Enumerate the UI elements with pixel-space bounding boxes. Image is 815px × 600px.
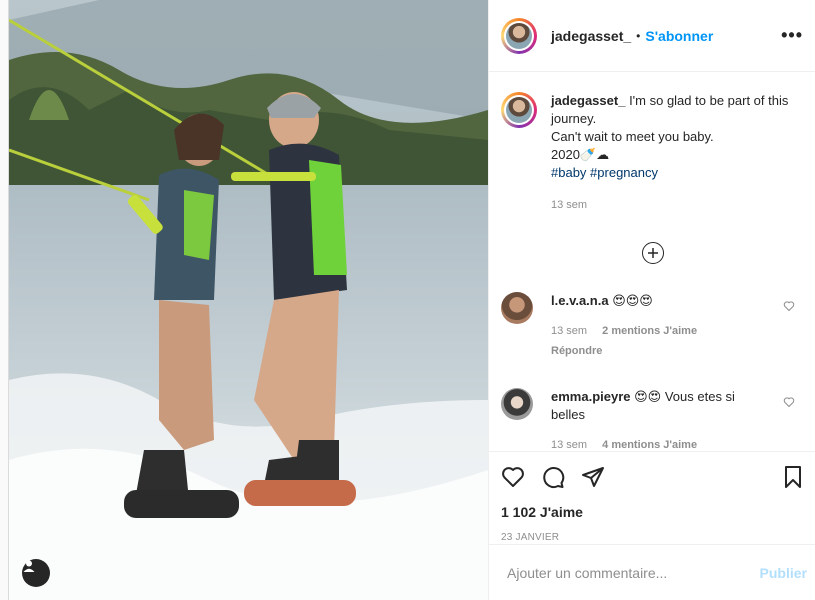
bookmark-icon xyxy=(785,466,801,488)
comment-timestamp[interactable]: 13 sem xyxy=(551,439,587,451)
comment-like-heart-icon[interactable] xyxy=(783,396,795,408)
paper-plane-icon xyxy=(582,467,604,487)
follow-button[interactable]: S'abonner xyxy=(645,28,713,44)
post-date[interactable]: 23 JANVIER xyxy=(501,532,805,543)
actions-section: 1 102 J'aime 23 JANVIER xyxy=(489,451,815,544)
wakeboarding-photo xyxy=(9,0,488,600)
comment-button[interactable] xyxy=(541,465,565,489)
action-buttons xyxy=(501,462,805,492)
caption-avatar[interactable] xyxy=(501,92,537,128)
comment-like-heart-icon[interactable] xyxy=(783,300,795,312)
likes-count[interactable]: 1 102 J'aime xyxy=(501,504,805,520)
load-more-comments[interactable] xyxy=(489,242,815,264)
author-avatar[interactable] xyxy=(501,17,537,54)
comment-text: 😍😍😍 xyxy=(612,293,653,308)
like-button[interactable] xyxy=(501,465,525,489)
save-button[interactable] xyxy=(781,465,805,489)
comment-username[interactable]: l.e.v.a.n.a xyxy=(551,293,609,308)
user-icon xyxy=(23,560,35,572)
comment-likes[interactable]: 2 mentions J'aime xyxy=(602,325,697,337)
tagged-users-button[interactable] xyxy=(22,559,50,587)
commenter-avatar[interactable] xyxy=(501,292,533,324)
post-dialog: jadegasset_ • S'abonner ••• jadegasset_ … xyxy=(8,0,815,600)
add-comment-section: Publier xyxy=(489,544,815,600)
caption-username[interactable]: jadegasset_ xyxy=(551,93,625,108)
caption: jadegasset_ I'm so glad to be part of th… xyxy=(501,72,815,214)
publish-button[interactable]: Publier xyxy=(760,565,807,581)
plus-circle-icon[interactable] xyxy=(642,242,664,264)
comment-item: emma.pieyre 😍😍 Vous etes si belles 13 se… xyxy=(501,388,815,451)
caption-text: jadegasset_ I'm so glad to be part of th… xyxy=(551,92,791,214)
heart-icon xyxy=(502,467,524,487)
hashtag-baby[interactable]: #baby xyxy=(551,165,586,180)
caption-line-3: 2020🍼☁ xyxy=(551,147,610,162)
post-header: jadegasset_ • S'abonner ••• xyxy=(489,0,815,72)
post-side-panel: jadegasset_ • S'abonner ••• jadegasset_ … xyxy=(488,0,815,600)
hashtag-pregnancy[interactable]: #pregnancy xyxy=(590,165,658,180)
author-username[interactable]: jadegasset_ xyxy=(551,28,631,44)
post-photo[interactable] xyxy=(9,0,488,600)
comment-timestamp[interactable]: 13 sem xyxy=(551,325,587,337)
comment-likes[interactable]: 4 mentions J'aime xyxy=(602,439,697,451)
share-button[interactable] xyxy=(581,465,605,489)
comment-username[interactable]: emma.pieyre xyxy=(551,389,631,404)
more-options-icon[interactable]: ••• xyxy=(781,25,803,46)
comment-item: l.e.v.a.n.a 😍😍😍 13 sem 2 mentions J'aime… xyxy=(501,292,815,360)
separator-dot: • xyxy=(636,28,641,43)
caption-line-2: Can't wait to meet you baby. xyxy=(551,129,714,144)
commenter-avatar[interactable] xyxy=(501,388,533,420)
comment-input[interactable] xyxy=(505,563,760,582)
comment-bubble-icon xyxy=(543,467,565,488)
reply-button[interactable]: Répondre xyxy=(551,342,771,360)
caption-timestamp: 13 sem xyxy=(551,199,588,211)
comments-list[interactable]: jadegasset_ I'm so glad to be part of th… xyxy=(489,72,815,451)
